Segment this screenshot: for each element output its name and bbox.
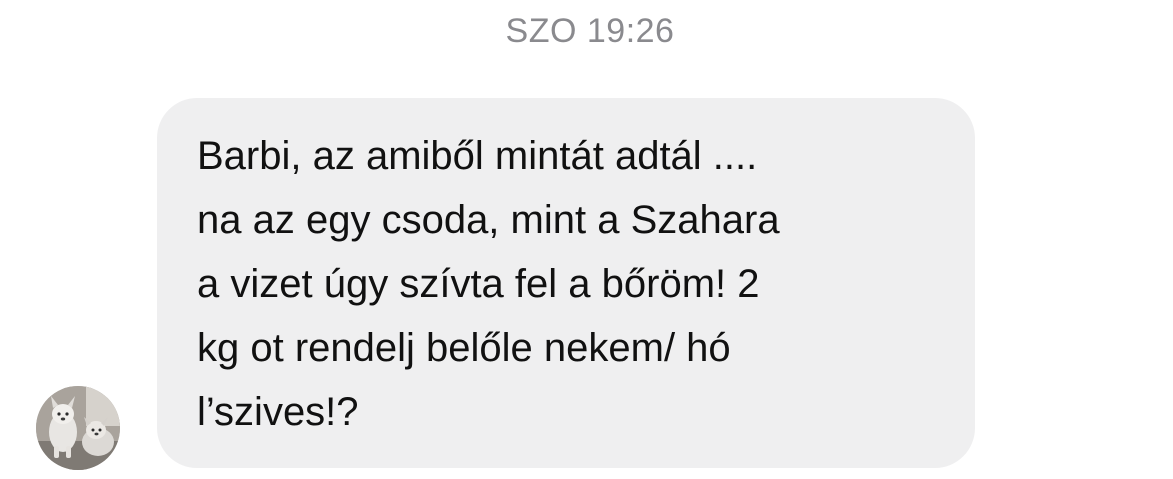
dog-avatar-icon <box>36 386 120 470</box>
sender-avatar[interactable] <box>36 386 120 470</box>
message-timestamp: SZO 19:26 <box>505 12 675 50</box>
message-bubble[interactable]: Barbi, az amiből mintát adtál .... na az… <box>157 98 975 468</box>
message-text: Barbi, az amiből mintát adtál .... na az… <box>197 134 780 434</box>
